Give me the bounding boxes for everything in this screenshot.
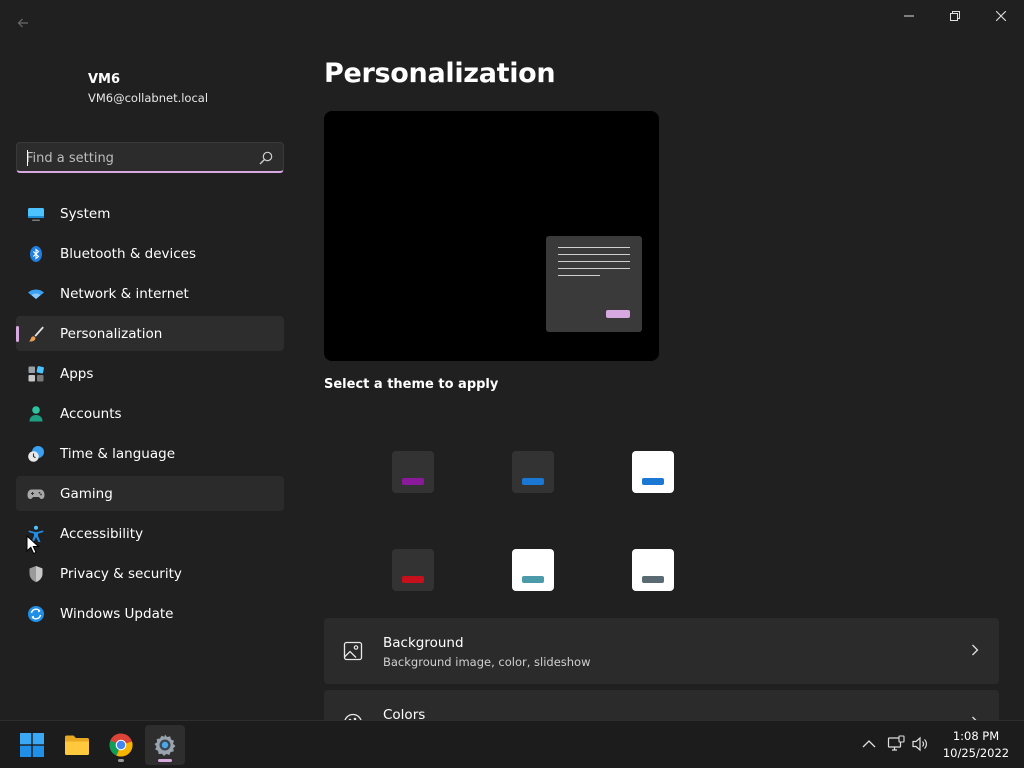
search-icon[interactable] (258, 150, 274, 166)
sidebar-item-bluetooth[interactable]: Bluetooth & devices (16, 236, 284, 271)
shield-icon (29, 566, 43, 582)
sidebar-item-personalization[interactable]: Personalization (16, 316, 284, 351)
sidebar-item-apps[interactable]: Apps (16, 356, 284, 391)
colors-card[interactable]: Colors (324, 690, 999, 720)
preview-line (558, 247, 630, 248)
theme-accent-bar (642, 478, 664, 485)
active-indicator (158, 759, 172, 762)
mouse-cursor-icon (26, 535, 40, 555)
sidebar-item-windows-update[interactable]: Windows Update (16, 596, 284, 631)
chevron-right-icon (972, 644, 979, 656)
close-button[interactable] (978, 4, 1024, 28)
monitor-icon (28, 208, 44, 221)
theme-option[interactable] (632, 549, 674, 591)
theme-accent-bar (522, 478, 544, 485)
settings-icon (154, 734, 176, 756)
sidebar-item-accounts[interactable]: Accounts (16, 396, 284, 431)
image-icon (343, 641, 363, 661)
selection-indicator (16, 326, 19, 342)
sidebar-item-label: Bluetooth & devices (60, 246, 197, 262)
theme-accent-bar (402, 576, 424, 583)
preview-line (558, 268, 630, 269)
sidebar-item-accessibility[interactable]: Accessibility (16, 516, 284, 551)
background-card[interactable]: Background Background image, color, slid… (324, 618, 999, 684)
sidebar-item-label: Accounts (60, 406, 122, 422)
theme-preview (324, 111, 659, 361)
clock-date[interactable]: 10/25/2022 (940, 746, 1012, 760)
sidebar-item-label: Apps (60, 366, 94, 382)
sidebar-item-label: Personalization (60, 326, 163, 342)
network-icon[interactable] (887, 735, 905, 753)
sidebar-item-label: Privacy & security (60, 566, 182, 582)
sidebar-item-privacy-security[interactable]: Privacy & security (16, 556, 284, 591)
close-icon (996, 11, 1006, 21)
text-caret (27, 150, 28, 166)
taskbar: 1:08 PM 10/25/2022 (0, 720, 1024, 768)
preview-line (558, 275, 600, 276)
theme-option[interactable] (392, 549, 434, 591)
chrome-icon (109, 733, 133, 757)
title-bar (0, 0, 1024, 34)
theme-accent-bar (522, 576, 544, 583)
preview-button (606, 310, 630, 318)
sidebar-item-label: System (60, 206, 111, 222)
theme-accent-bar (402, 478, 424, 485)
search-input[interactable] (26, 148, 246, 168)
file-explorer-icon (65, 735, 89, 755)
theme-option[interactable] (512, 451, 554, 493)
chevron-up-icon[interactable] (860, 735, 878, 753)
start-icon (20, 733, 44, 757)
card-subtitle: Background image, color, slideshow (383, 655, 591, 669)
wifi-icon (28, 289, 44, 299)
bluetooth-icon (30, 246, 42, 262)
page-title: Personalization (324, 58, 556, 89)
minimize-icon (904, 15, 914, 17)
theme-option[interactable] (512, 549, 554, 591)
paintbrush-icon (28, 326, 44, 342)
card-title: Colors (383, 707, 426, 720)
preview-line (558, 254, 630, 255)
card-title: Background (383, 635, 464, 651)
clock-globe-icon (28, 446, 44, 462)
start-button[interactable] (12, 725, 52, 765)
theme-option[interactable] (392, 451, 434, 493)
apps-icon (28, 366, 44, 382)
chrome-button[interactable] (101, 725, 141, 765)
sidebar-nav: System Bluetooth & devices Network & int… (16, 196, 284, 636)
sidebar-item-label: Windows Update (60, 606, 174, 622)
update-icon (28, 606, 44, 622)
preview-window (546, 236, 642, 332)
back-button[interactable] (12, 12, 34, 34)
settings-window: VM6 VM6@collabnet.local System Bluetooth… (0, 0, 1024, 720)
settings-button[interactable] (145, 725, 185, 765)
sidebar-item-label: Gaming (60, 486, 113, 502)
sidebar-item-label: Time & language (60, 446, 176, 462)
maximize-button[interactable] (932, 4, 978, 28)
theme-option[interactable] (632, 451, 674, 493)
minimize-button[interactable] (886, 4, 932, 28)
sidebar-item-gaming[interactable]: Gaming (16, 476, 284, 511)
clock-time[interactable]: 1:08 PM (940, 729, 1012, 743)
theme-section-label: Select a theme to apply (324, 377, 499, 392)
profile-email: VM6@collabnet.local (88, 91, 209, 105)
gamepad-icon (27, 489, 45, 499)
palette-icon (344, 713, 362, 720)
volume-icon[interactable] (911, 735, 929, 753)
sidebar-item-time-language[interactable]: Time & language (16, 436, 284, 471)
file-explorer-button[interactable] (57, 725, 97, 765)
preview-line (558, 261, 630, 262)
profile-name: VM6 (88, 72, 121, 87)
sidebar-item-label: Accessibility (60, 526, 144, 542)
sidebar-item-network[interactable]: Network & internet (16, 276, 284, 311)
person-icon (29, 406, 43, 422)
arrow-left-icon (17, 18, 28, 28)
running-indicator (118, 759, 124, 762)
restore-icon (950, 11, 960, 21)
sidebar-item-system[interactable]: System (16, 196, 284, 231)
sidebar-item-label: Network & internet (60, 286, 189, 302)
theme-accent-bar (642, 576, 664, 583)
search-box[interactable] (16, 142, 284, 173)
